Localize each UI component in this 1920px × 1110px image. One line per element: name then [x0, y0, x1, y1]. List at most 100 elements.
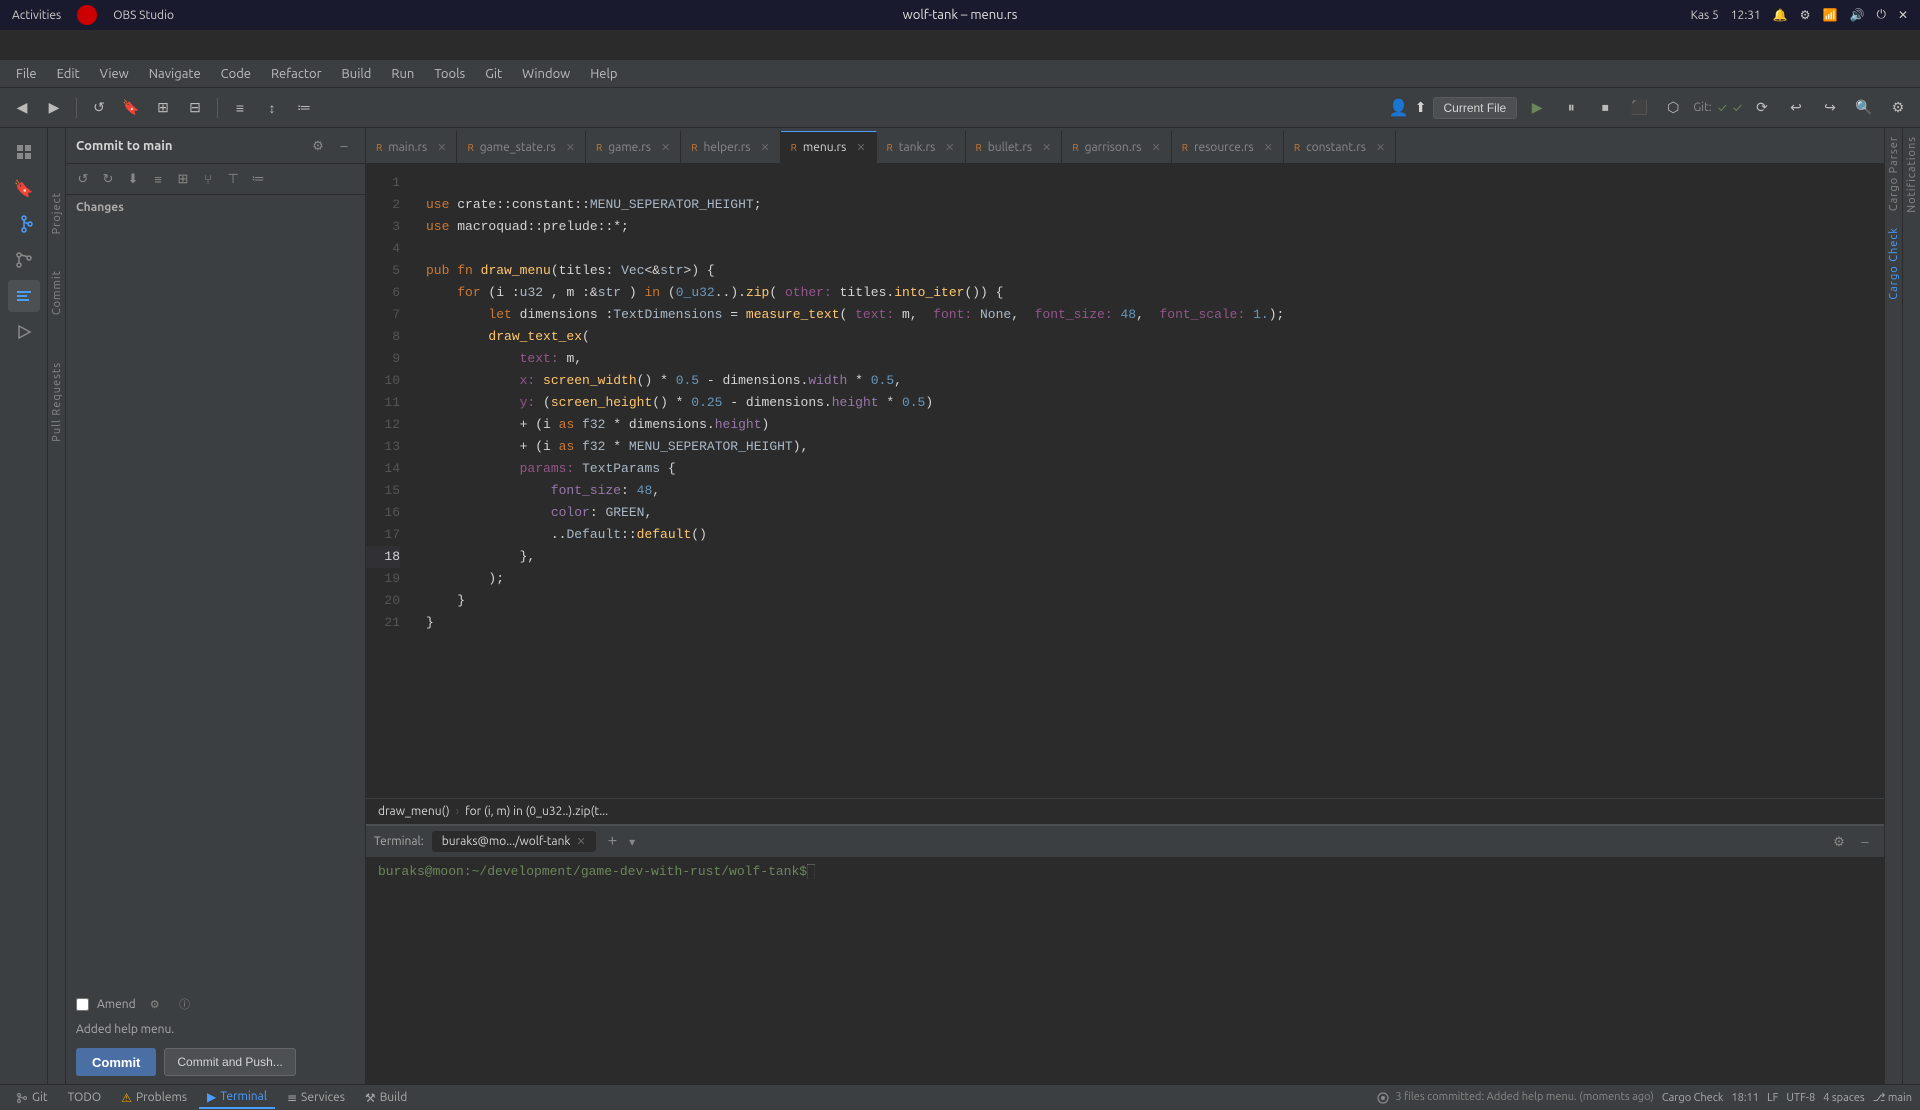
git-redo-btn[interactable]: ↻ — [97, 168, 119, 190]
right-sidebar-cargo-parser[interactable]: Cargo Parser — [1885, 128, 1902, 219]
amend-info-btn[interactable]: ⓘ — [174, 993, 196, 1015]
panel-tab-todo[interactable]: TODO — [60, 1088, 110, 1107]
panel-tab-terminal[interactable]: ▶ Terminal — [199, 1087, 275, 1109]
sidebar-icon-run[interactable] — [8, 316, 40, 348]
git-settings-btn[interactable]: ⚙ — [307, 135, 329, 157]
git-tag-btn[interactable]: ≔ — [247, 168, 269, 190]
window-close[interactable]: ✕ — [1898, 8, 1908, 22]
toolbar-filter[interactable]: ≔ — [290, 94, 318, 122]
menu-refactor[interactable]: Refactor — [263, 65, 330, 83]
git-undo-btn[interactable]: ↺ — [72, 168, 94, 190]
power-icon[interactable]: ⏻ — [1876, 8, 1886, 22]
right-sidebar-cargo-check[interactable]: Cargo Check — [1885, 219, 1902, 308]
terminal-tab[interactable]: buraks@mo.../wolf-tank ✕ — [432, 831, 596, 852]
menu-code[interactable]: Code — [213, 65, 259, 83]
tab-close-game-rs[interactable]: ✕ — [661, 141, 670, 154]
breadcrumb-loop[interactable]: for (i, m) in (0_u32..).zip(t... — [465, 805, 608, 818]
git-merge-btn[interactable]: ⊤ — [222, 168, 244, 190]
tab-menu-rs[interactable]: R menu.rs ✕ — [781, 131, 877, 163]
toolbar-back[interactable]: ◀ — [8, 94, 36, 122]
settings-btn[interactable]: ⚙ — [1884, 94, 1912, 122]
git-minimize-btn[interactable]: – — [333, 135, 355, 157]
tab-close-constant-rs[interactable]: ✕ — [1376, 141, 1385, 154]
toolbar-sort[interactable]: ↕ — [258, 94, 286, 122]
menu-view[interactable]: View — [92, 65, 137, 83]
sidebar-icon-git[interactable] — [8, 208, 40, 240]
menu-git[interactable]: Git — [477, 65, 510, 83]
upload-icon[interactable]: ⬆ — [1415, 99, 1427, 116]
menu-window[interactable]: Window — [514, 65, 578, 83]
search-btn[interactable]: 🔍 — [1850, 94, 1878, 122]
tab-helper-rs[interactable]: R helper.rs ✕ — [681, 131, 780, 163]
git-undo[interactable]: ↩ — [1782, 94, 1810, 122]
sidebar-icon-pr[interactable] — [8, 244, 40, 276]
menu-edit[interactable]: Edit — [49, 65, 88, 83]
menu-run[interactable]: Run — [383, 65, 422, 83]
tab-bullet-rs[interactable]: R bullet.rs ✕ — [966, 131, 1063, 163]
profile-btn[interactable]: ⬡ — [1659, 94, 1687, 122]
tab-close-main-rs[interactable]: ✕ — [437, 141, 446, 154]
amend-checkbox[interactable] — [76, 998, 89, 1011]
menu-help[interactable]: Help — [582, 65, 625, 83]
git-panel-actions: ⚙ – — [307, 135, 355, 157]
tab-close-tank-rs[interactable]: ✕ — [945, 141, 954, 154]
notifications-tab[interactable]: Notifications — [1903, 128, 1920, 221]
panel-tab-git[interactable]: Git — [8, 1088, 56, 1107]
git-fetch-btn[interactable]: ≡ — [147, 168, 169, 190]
panel-tab-build[interactable]: ⚒ Build — [357, 1088, 415, 1108]
tab-close-resource-rs[interactable]: ✕ — [1264, 141, 1273, 154]
run-btn[interactable]: ▶ — [1523, 94, 1551, 122]
terminal-add-btn[interactable]: + — [608, 833, 617, 851]
tab-close-garrison-rs[interactable]: ✕ — [1151, 141, 1160, 154]
stop-btn[interactable]: ⏹ — [1591, 94, 1619, 122]
panel-tab-services[interactable]: ≡ Services — [279, 1088, 353, 1108]
toolbar-grid[interactable]: ⊞ — [149, 94, 177, 122]
coverage-btn[interactable]: ⬛ — [1625, 94, 1653, 122]
git-refresh[interactable]: ⟳ — [1748, 94, 1776, 122]
tab-close-game-state[interactable]: ✕ — [566, 141, 575, 154]
toolbar-columns[interactable]: ≡ — [226, 94, 254, 122]
terminal-settings-btn[interactable]: ⚙ — [1828, 831, 1850, 853]
toolbar-layout[interactable]: ⊟ — [181, 94, 209, 122]
breadcrumb-fn[interactable]: draw_menu() — [378, 805, 450, 818]
menu-build[interactable]: Build — [334, 65, 380, 83]
pause-btn[interactable]: ⏸ — [1557, 94, 1585, 122]
activities-label[interactable]: Activities — [12, 9, 61, 22]
current-file-button[interactable]: Current File — [1433, 97, 1518, 119]
git-update-btn[interactable]: ⬇ — [122, 168, 144, 190]
terminal-dropdown-btn[interactable]: ▾ — [629, 835, 635, 849]
toolbar-bookmark[interactable]: 🔖 — [117, 94, 145, 122]
git-redo[interactable]: ↪ — [1816, 94, 1844, 122]
code-editor[interactable]: use crate::constant::MENU_SEPERATOR_HEIG… — [410, 164, 1884, 798]
status-cargo-check[interactable]: Cargo Check — [1662, 1092, 1724, 1104]
terminal-minimize-btn[interactable]: – — [1854, 831, 1876, 853]
amend-settings-btn[interactable]: ⚙ — [144, 993, 166, 1015]
tab-tank-rs[interactable]: R tank.rs ✕ — [877, 131, 966, 163]
toolbar-refresh[interactable]: ↺ — [85, 94, 113, 122]
terminal-content[interactable]: buraks@moon:~/development/game-dev-with-… — [366, 858, 1884, 1084]
commit-push-button[interactable]: Commit and Push... — [164, 1048, 295, 1076]
menu-navigate[interactable]: Navigate — [141, 65, 209, 83]
tab-constant-rs[interactable]: R constant.rs ✕ — [1284, 131, 1396, 163]
tab-close-helper-rs[interactable]: ✕ — [760, 141, 769, 154]
terminal-tab-close[interactable]: ✕ — [577, 835, 586, 848]
tab-garrison-rs[interactable]: R garrison.rs ✕ — [1062, 131, 1171, 163]
toolbar-forward[interactable]: ▶ — [40, 94, 68, 122]
tab-resource-rs[interactable]: R resource.rs ✕ — [1172, 131, 1284, 163]
menu-tools[interactable]: Tools — [426, 65, 473, 83]
commit-button[interactable]: Commit — [76, 1048, 156, 1076]
menu-file[interactable]: File — [8, 65, 45, 83]
tab-game-rs[interactable]: R game.rs ✕ — [586, 131, 681, 163]
tab-close-bullet-rs[interactable]: ✕ — [1042, 141, 1051, 154]
git-stash-btn[interactable]: ⊞ — [172, 168, 194, 190]
panel-tab-problems[interactable]: ⚠ Problems — [113, 1088, 195, 1108]
git-branch-btn[interactable]: ⑂ — [197, 168, 219, 190]
sidebar-icon-bookmark[interactable]: 🔖 — [8, 172, 40, 204]
sidebar-icon-vcs[interactable] — [8, 280, 40, 312]
tab-close-menu-rs[interactable]: ✕ — [856, 141, 865, 154]
settings-icon[interactable]: ⚙ — [1800, 8, 1811, 22]
bell-icon[interactable]: 🔔 — [1773, 8, 1788, 22]
sidebar-icon-project[interactable] — [8, 136, 40, 168]
tab-main-rs[interactable]: R main.rs ✕ — [366, 131, 457, 163]
tab-game-state-rs[interactable]: R game_state.rs ✕ — [457, 131, 586, 163]
